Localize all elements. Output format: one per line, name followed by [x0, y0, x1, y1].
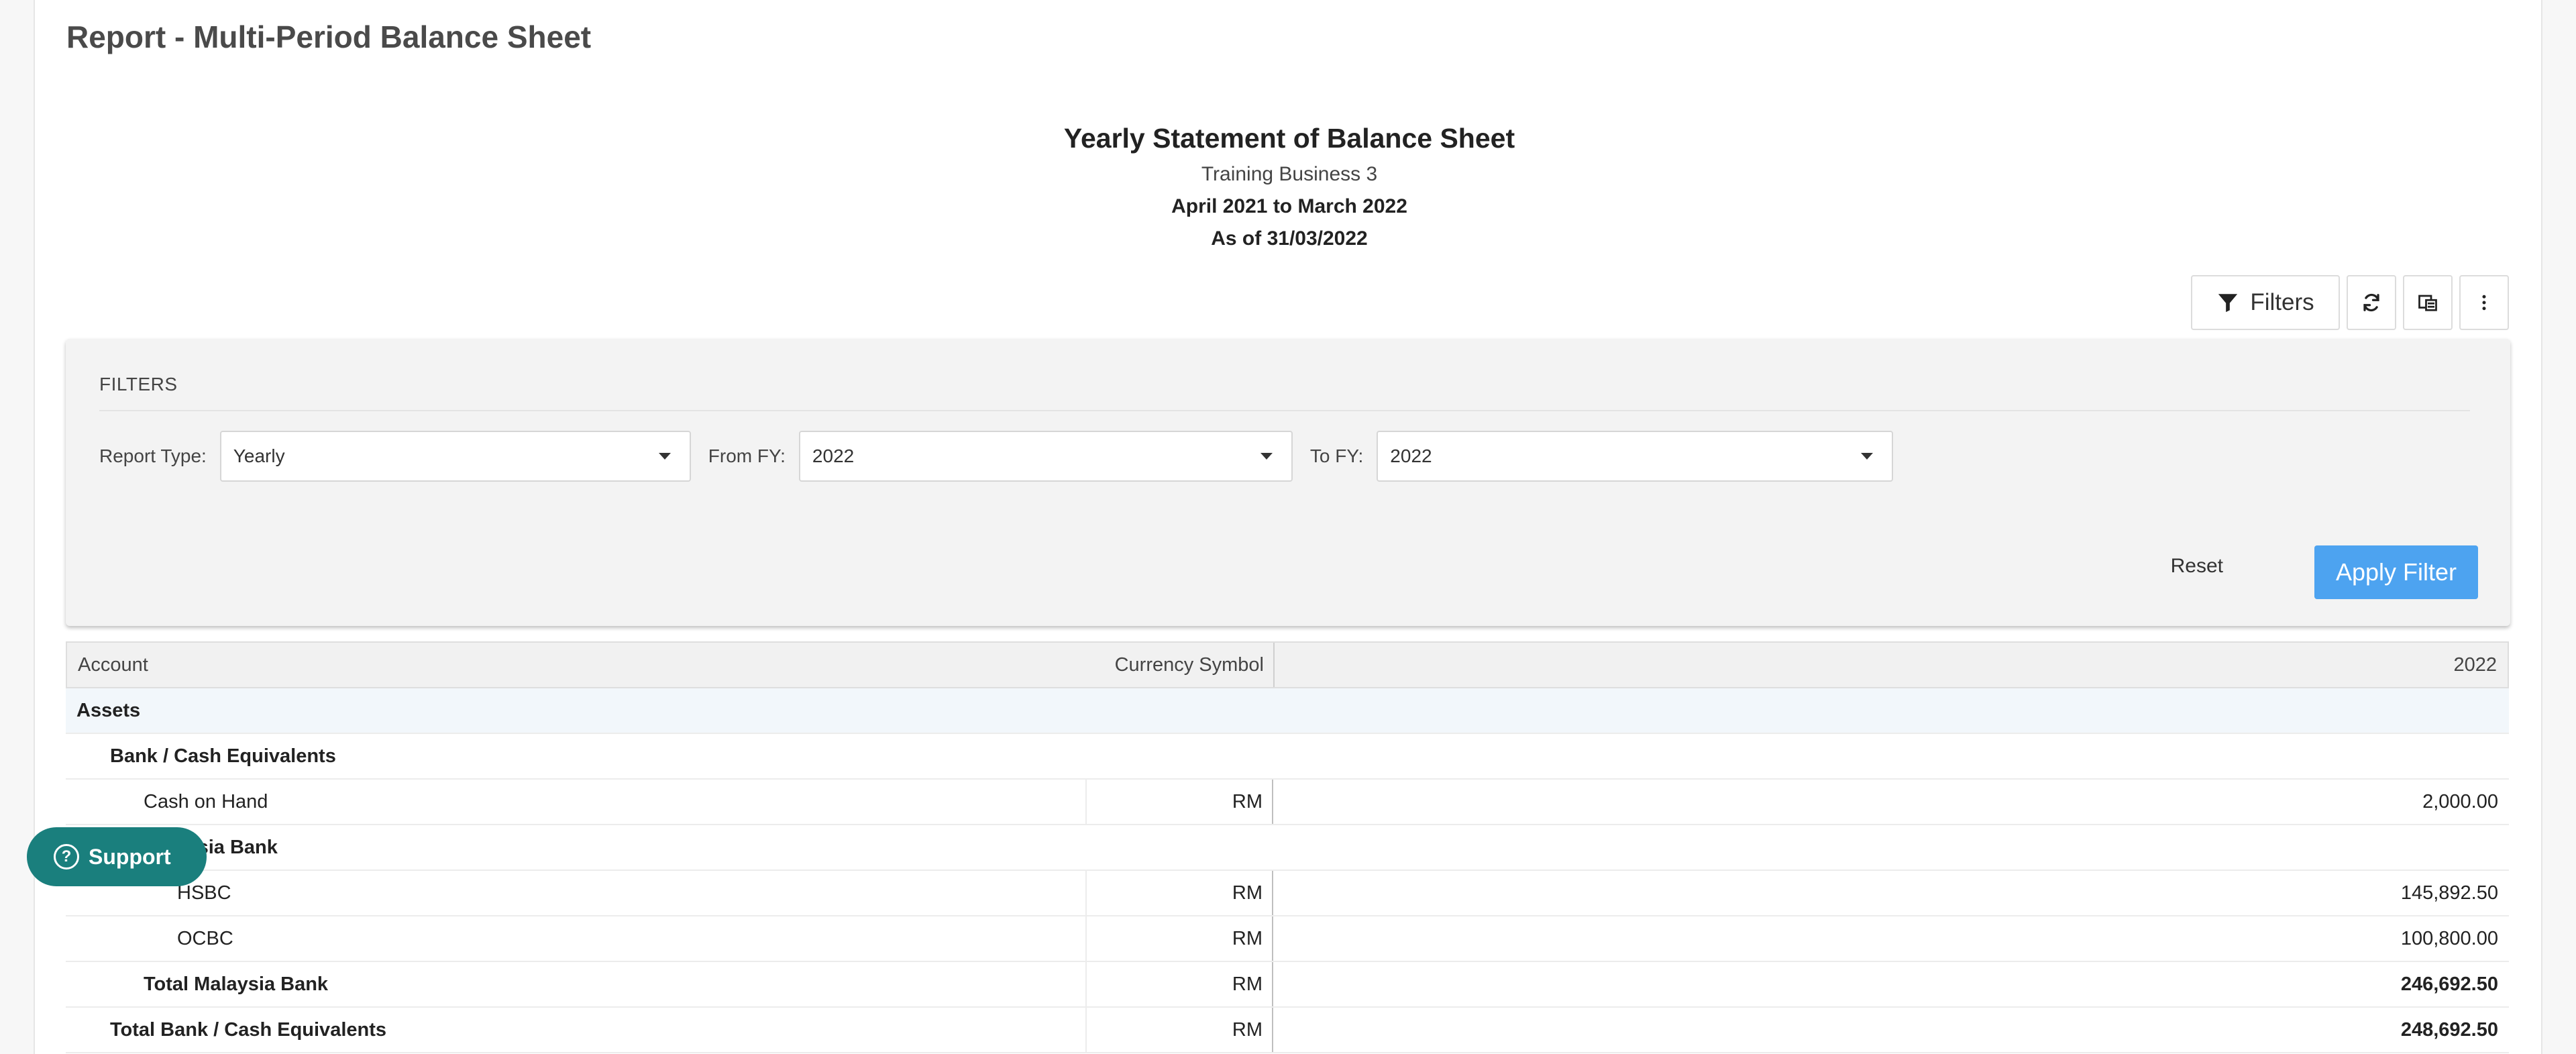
- to-fy-select[interactable]: 2022: [1377, 431, 1894, 482]
- columns-toggle-icon: [2418, 295, 2437, 311]
- filters-button-label: Filters: [2250, 289, 2314, 315]
- report-type-select[interactable]: Yearly: [219, 431, 691, 482]
- report-type-label: Report Type:: [99, 445, 207, 466]
- filters-heading: FILTERS: [99, 374, 178, 394]
- more-options-button[interactable]: [2459, 275, 2509, 330]
- value-cell: 246,692.50: [2400, 973, 2498, 995]
- currency-column-header[interactable]: Currency Symbol: [1088, 643, 1275, 687]
- table-row: Bank / Cash Equivalents: [66, 734, 2509, 780]
- report-title: Yearly Statement of Balance Sheet: [1063, 123, 1515, 154]
- currency-cell: RM: [1087, 1008, 1273, 1052]
- currency-cell: RM: [1087, 780, 1273, 824]
- report-toolbar: Filters: [2191, 275, 2509, 330]
- account-cell: Assets: [76, 699, 141, 721]
- report-as-of: As of 31/03/2022: [1211, 227, 1368, 250]
- value-cell: 100,800.00: [2400, 927, 2498, 949]
- to-fy-label: To FY:: [1309, 445, 1364, 466]
- account-column-header[interactable]: Account: [67, 643, 1088, 687]
- account-cell: Cash on Hand: [66, 780, 1087, 824]
- table-header-row: Account Currency Symbol 2022: [66, 641, 2509, 688]
- report-header: Yearly Statement of Balance Sheet Traini…: [35, 119, 2544, 255]
- help-icon: ?: [54, 844, 79, 869]
- value-cell: 145,892.50: [2400, 882, 2498, 904]
- balance-sheet-table: Account Currency Symbol 2022 Assets Bank…: [66, 641, 2509, 1053]
- filter-icon: [2218, 294, 2238, 313]
- table-row: Total Bank / Cash Equivalents RM 248,692…: [66, 1008, 2509, 1053]
- table-row: Total Malaysia Bank RM 246,692.50: [66, 962, 2509, 1008]
- columns-button[interactable]: [2403, 275, 2453, 330]
- account-cell: Total Malaysia Bank: [66, 962, 1087, 1006]
- currency-cell: RM: [1087, 916, 1273, 961]
- vertical-dots-icon: [2482, 295, 2486, 311]
- support-button[interactable]: ? Support: [27, 827, 207, 886]
- refresh-button[interactable]: [2347, 275, 2396, 330]
- table-row: Cash on Hand RM 2,000.00: [66, 780, 2509, 825]
- to-fy-value: 2022: [1390, 445, 1432, 466]
- filters-divider: [99, 410, 2470, 411]
- refresh-icon: [2363, 293, 2379, 312]
- chevron-down-icon: [658, 453, 671, 460]
- from-fy-select[interactable]: 2022: [798, 431, 1293, 482]
- table-row: HSBC RM 145,892.50: [66, 871, 2509, 916]
- chevron-down-icon: [1861, 453, 1874, 460]
- account-cell: Total Bank / Cash Equivalents: [66, 1008, 1087, 1052]
- value-cell: 248,692.50: [2400, 1018, 2498, 1041]
- table-row: Malaysia Bank: [66, 825, 2509, 871]
- filter-row: Report Type: Yearly From FY: 2022 To FY:…: [99, 431, 1911, 482]
- reset-button[interactable]: Reset: [2171, 555, 2223, 578]
- from-fy-value: 2022: [812, 445, 855, 466]
- report-period: April 2021 to March 2022: [1171, 195, 1407, 217]
- filters-button[interactable]: Filters: [2191, 275, 2340, 330]
- account-cell: Malaysia Bank: [144, 836, 278, 858]
- page-title: Report - Multi-Period Balance Sheet: [66, 19, 592, 54]
- account-cell: Bank / Cash Equivalents: [110, 745, 336, 767]
- account-cell: HSBC: [66, 871, 1087, 915]
- business-name: Training Business 3: [1201, 163, 1378, 185]
- filter-panel: FILTERS Report Type: Yearly From FY: 202…: [66, 339, 2510, 626]
- from-fy-label: From FY:: [708, 445, 786, 466]
- report-type-value: Yearly: [233, 445, 285, 466]
- table-row: Assets: [66, 688, 2509, 734]
- support-label: Support: [89, 844, 171, 869]
- apply-filter-button[interactable]: Apply Filter: [2314, 545, 2478, 599]
- chevron-down-icon: [1260, 453, 1273, 460]
- currency-cell: RM: [1087, 962, 1273, 1006]
- account-cell: OCBC: [66, 916, 1087, 961]
- currency-cell: RM: [1087, 871, 1273, 915]
- year-column-header[interactable]: 2022: [1275, 643, 2508, 687]
- value-cell: 2,000.00: [2422, 790, 2498, 812]
- table-row: OCBC RM 100,800.00: [66, 916, 2509, 962]
